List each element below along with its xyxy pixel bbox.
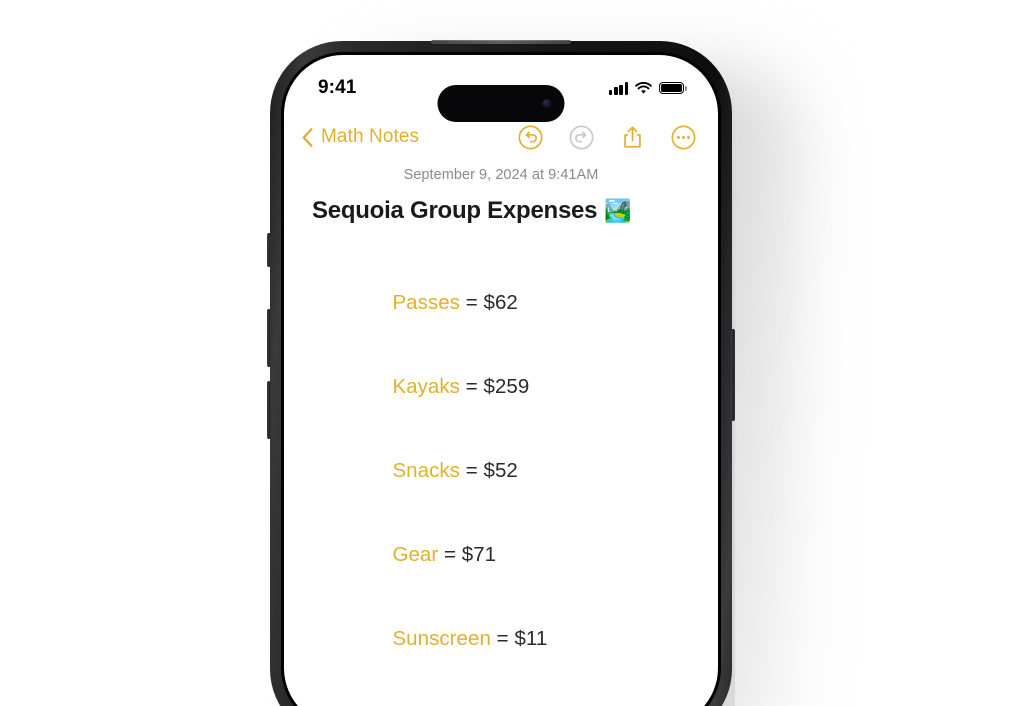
variable-name: Snacks xyxy=(392,459,460,482)
equals-operator: = xyxy=(496,627,509,650)
more-button[interactable] xyxy=(671,125,696,150)
assignment-row: Kayaks = $259 xyxy=(312,345,690,429)
value: $52 xyxy=(483,459,518,482)
back-button[interactable]: Math Notes xyxy=(302,126,419,148)
navigation-bar: Math Notes xyxy=(284,113,718,161)
assignment-row: Snacks = $52 xyxy=(312,429,690,513)
volume-down-button[interactable] xyxy=(267,381,271,439)
value: $62 xyxy=(483,291,518,314)
phone-screen: 9:41 Math Notes September 9, 2024 at 9:4… xyxy=(284,55,718,706)
back-button-label: Math Notes xyxy=(321,126,420,147)
national-park-emoji-icon: 🏞️ xyxy=(604,198,632,223)
equals-operator: = xyxy=(465,291,478,314)
value: $11 xyxy=(514,627,548,650)
value: $259 xyxy=(483,375,530,398)
signal-bars-icon xyxy=(609,81,628,95)
front-camera-icon xyxy=(542,99,552,108)
battery-icon xyxy=(659,81,687,95)
assignment-row: Water = $20 xyxy=(312,681,690,706)
action-button[interactable] xyxy=(267,233,271,267)
volume-up-button[interactable] xyxy=(267,309,271,367)
variable-name: Kayaks xyxy=(392,375,460,398)
iphone-device: 9:41 Math Notes September 9, 2024 at 9:4… xyxy=(267,40,735,706)
variable-name: Passes xyxy=(392,291,460,314)
status-indicators xyxy=(609,81,687,95)
assignment-row: Passes = $62 xyxy=(312,261,690,345)
equals-operator: = xyxy=(465,375,478,398)
chevron-left-icon xyxy=(302,127,313,147)
note-title: Sequoia Group Expenses 🏞️ xyxy=(312,197,690,225)
device-bezel: 9:41 Math Notes September 9, 2024 at 9:4… xyxy=(281,52,721,706)
undo-button[interactable] xyxy=(518,125,543,150)
wifi-icon xyxy=(635,81,652,94)
nav-action-group xyxy=(518,125,696,150)
note-title-text: Sequoia Group Expenses xyxy=(312,197,598,224)
share-button[interactable] xyxy=(620,125,645,150)
note-content[interactable]: September 9, 2024 at 9:41AM Sequoia Grou… xyxy=(284,161,718,706)
note-timestamp: September 9, 2024 at 9:41AM xyxy=(403,167,599,183)
power-button[interactable] xyxy=(731,329,735,421)
assignment-row: Gear = $71 xyxy=(312,513,690,597)
status-time: 9:41 xyxy=(318,77,357,98)
variable-name: Gear xyxy=(392,543,439,566)
variable-name: Sunscreen xyxy=(392,627,491,650)
math-notes-body: Passes = $62 Kayaks = $259 Snacks = $52 … xyxy=(312,261,690,706)
equals-operator: = xyxy=(465,459,478,482)
assignment-row: Sunscreen = $11 xyxy=(312,597,690,681)
equals-operator: = xyxy=(443,543,457,566)
antenna-line xyxy=(431,40,571,44)
screenshot-stage: 9:41 Math Notes September 9, 2024 at 9:4… xyxy=(0,0,1027,706)
redo-button xyxy=(569,125,594,149)
value: $71 xyxy=(461,543,497,566)
